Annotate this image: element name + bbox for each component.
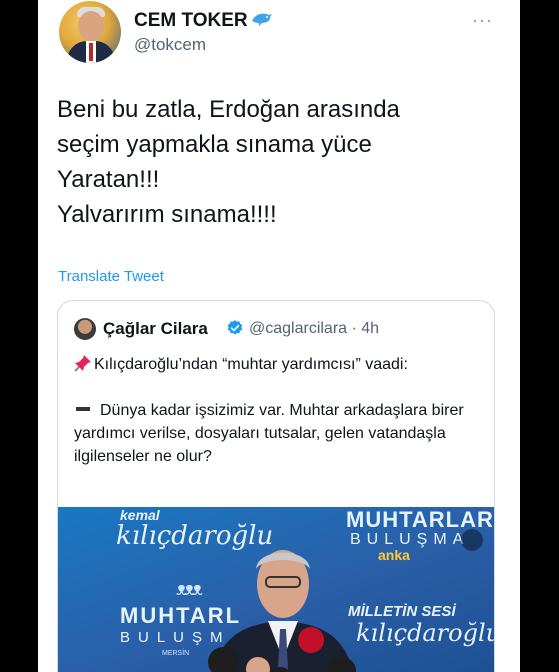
dolphin-icon — [252, 13, 272, 26]
translate-tweet-link[interactable]: Translate Tweet — [58, 268, 164, 285]
author-name[interactable]: CEM TOKER — [134, 10, 248, 32]
quoted-author-handle[interactable]: @caglarcilara · 4h — [249, 320, 379, 338]
media-script-name-2: kılıçdaroğlu — [356, 619, 494, 647]
anka-watermark: anka — [378, 547, 410, 563]
quoted-tweet[interactable]: Çağlar Cilara @caglarcilara · 4h Kılıçda… — [57, 300, 495, 672]
microphone — [298, 627, 324, 653]
tweet-card: CEM TOKER @tokcem ··· Beni bu zatla, Erd… — [38, 0, 520, 672]
microphone — [208, 647, 238, 672]
author-handle[interactable]: @tokcem — [134, 35, 206, 55]
pushpin-icon — [74, 355, 91, 372]
quoted-video[interactable]: kemal kılıçdaroğlu MUHTARLAR BULUŞMA ank… — [58, 507, 494, 672]
author-avatar[interactable] — [59, 1, 121, 63]
quoted-line-1: Kılıçdaroğlu’ndan “muhtar yardımcısı” va… — [94, 356, 408, 373]
more-options-icon[interactable]: ··· — [472, 10, 493, 31]
quoted-author-avatar[interactable] — [74, 318, 96, 340]
media-logo: ᴥᴥᴥ — [176, 579, 203, 599]
dash-icon — [76, 407, 90, 411]
media-mersin-text: MERSİN — [162, 650, 190, 657]
quoted-text: Kılıçdaroğlu’ndan “muhtar yardımcısı” va… — [74, 353, 484, 468]
tweet-text: Beni bu zatla, Erdoğan arasında seçim ya… — [57, 96, 400, 228]
fullscreen-icon[interactable] — [461, 529, 483, 551]
quoted-author-name[interactable]: Çağlar Cilara — [103, 319, 208, 339]
verified-badge-icon — [227, 320, 243, 335]
quoted-line-2: Dünya kadar işsizimiz var. Muhtar arkada… — [74, 402, 464, 465]
